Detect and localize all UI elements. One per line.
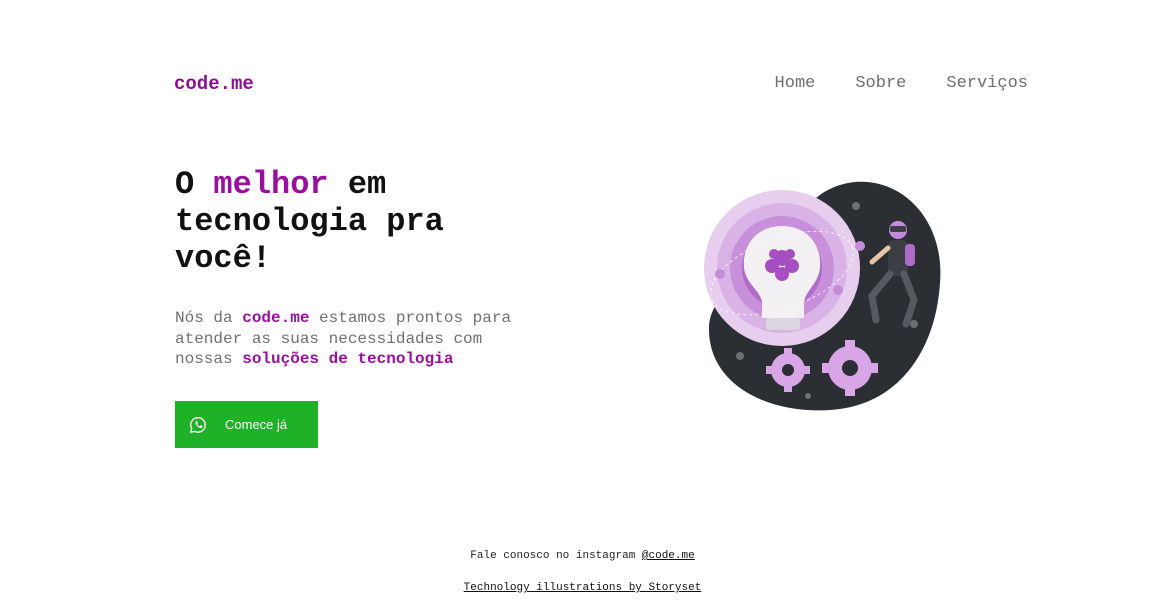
hero-description: Nós da code.me estamos prontos para aten… xyxy=(175,308,535,370)
page: code.me Home Sobre Serviços O melhor em … xyxy=(0,0,1165,601)
hero-title-part1: O xyxy=(175,166,214,203)
hero-text-brand: code.me xyxy=(242,309,310,327)
comece-ja-button[interactable]: Comece já xyxy=(175,401,318,448)
whatsapp-icon xyxy=(189,416,206,433)
main-nav: Home Sobre Serviços xyxy=(775,74,1028,93)
orbit-dot xyxy=(715,269,725,279)
hero-text-highlight: soluções de tecnologia xyxy=(242,350,454,368)
hero-title-accent: melhor xyxy=(213,166,329,203)
comece-ja-label: Comece já xyxy=(225,417,288,432)
technology-illustration xyxy=(704,181,941,411)
hero-text-part1: Nós da xyxy=(175,309,243,327)
hero-title: O melhor em tecnologia pra você! xyxy=(175,166,515,277)
nav-home[interactable]: Home xyxy=(775,74,816,93)
orbit-dot xyxy=(833,285,843,295)
footer-instagram-text: Fale conosco no instagram xyxy=(470,550,642,562)
footer-instagram: Fale conosco no instagram @code.me xyxy=(0,550,1165,562)
logo[interactable]: code.me xyxy=(174,73,254,95)
footer-credits: Technology illustrations by Storyset xyxy=(0,582,1165,594)
nav-servicos[interactable]: Serviços xyxy=(946,74,1028,93)
bulb-base xyxy=(766,318,800,330)
orbit-dot xyxy=(855,241,865,251)
nav-sobre[interactable]: Sobre xyxy=(855,74,906,93)
storyset-credit-link[interactable]: Technology illustrations by Storyset xyxy=(464,582,702,594)
instagram-link[interactable]: @code.me xyxy=(642,550,695,562)
